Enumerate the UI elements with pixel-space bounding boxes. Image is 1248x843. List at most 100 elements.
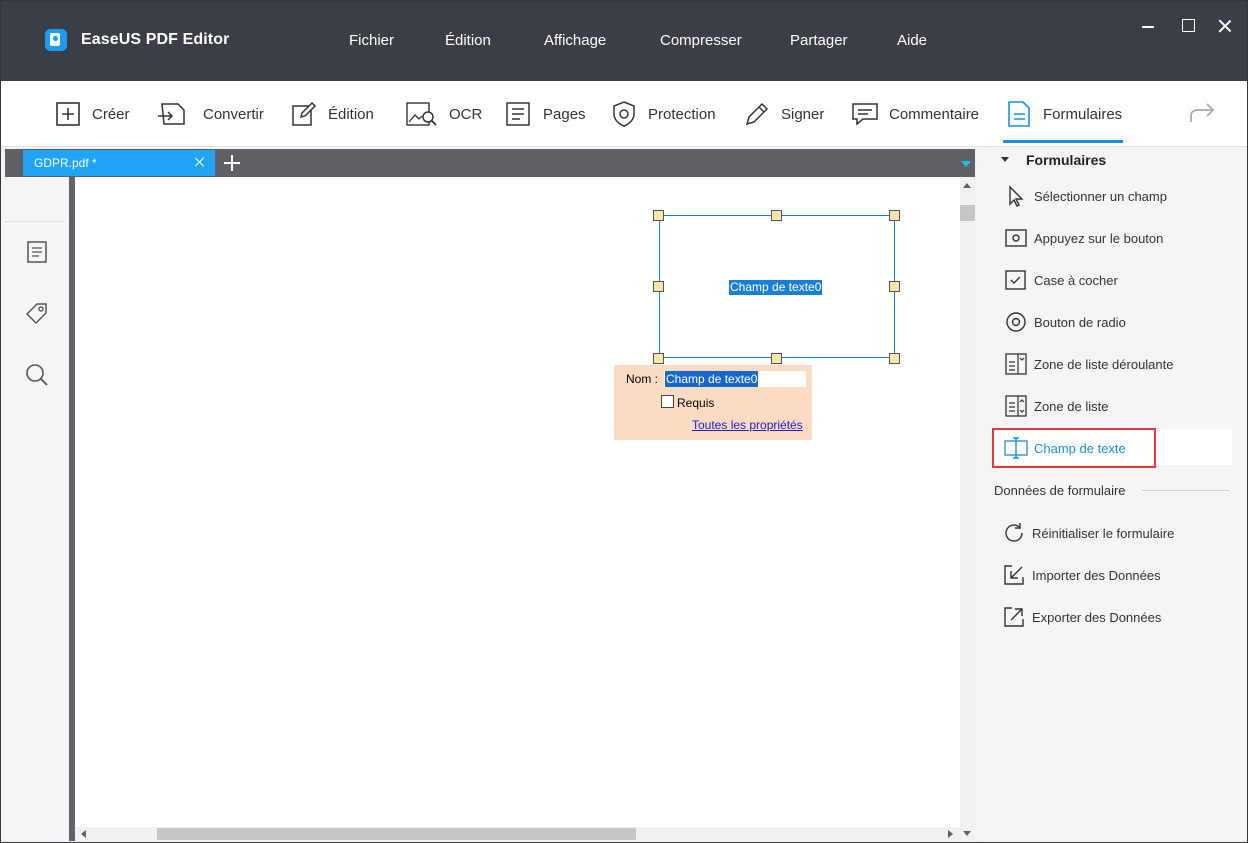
app-window: EaseUS PDF Editor Fichier Édition Affich… xyxy=(0,0,1248,843)
resize-handle-ml[interactable] xyxy=(653,281,664,292)
tool-label: Édition xyxy=(328,105,374,123)
reset-icon xyxy=(1005,523,1023,542)
maximize-button[interactable] xyxy=(1177,15,1199,37)
app-logo-icon xyxy=(45,29,67,51)
vertical-scroll-thumb[interactable] xyxy=(960,205,975,221)
minimize-button[interactable] xyxy=(1137,15,1159,37)
vertical-scrollbar[interactable] xyxy=(960,177,975,827)
sidebar-divider xyxy=(5,221,65,222)
app-title: EaseUS PDF Editor xyxy=(81,31,230,48)
tool-ocr[interactable]: OCR xyxy=(405,97,482,131)
menu-compresser[interactable]: Compresser xyxy=(660,32,742,49)
search-icon[interactable] xyxy=(23,361,51,389)
bookmark-tag-icon[interactable] xyxy=(23,300,51,328)
menu-fichier[interactable]: Fichier xyxy=(349,32,394,49)
name-label: Nom : xyxy=(626,372,659,386)
tool-pages[interactable]: Pages xyxy=(505,97,586,131)
radio-icon xyxy=(1006,312,1026,332)
resize-handle-tr[interactable] xyxy=(889,210,900,221)
scroll-down-icon[interactable] xyxy=(963,831,971,836)
forms-panel: Formulaires Sélectionner un champ Appuye… xyxy=(986,147,1247,841)
add-tab-button[interactable] xyxy=(223,154,241,172)
tool-label: Signer xyxy=(781,105,825,123)
pen-icon xyxy=(745,102,769,126)
scroll-right-icon[interactable] xyxy=(948,830,953,838)
horizontal-scroll-thumb[interactable] xyxy=(157,828,636,840)
collapse-caret-icon[interactable] xyxy=(1001,157,1009,162)
panel-item-label: Exporter des Données xyxy=(1032,609,1162,625)
panel-item-label: Zone de liste xyxy=(1034,398,1109,414)
required-label: Requis xyxy=(677,396,715,410)
panel-item-dropdown-list[interactable]: Zone de liste déroulante xyxy=(1004,349,1173,379)
tab-close-icon[interactable] xyxy=(193,155,207,169)
list-box-icon xyxy=(1005,395,1027,417)
convert-icon xyxy=(158,103,185,125)
thumbnails-icon[interactable] xyxy=(23,238,51,266)
resize-handle-tl[interactable] xyxy=(653,210,664,221)
panel-item-radio[interactable]: Bouton de radio xyxy=(1004,307,1126,337)
panel-item-label: Bouton de radio xyxy=(1034,314,1126,330)
menu-edition[interactable]: Édition xyxy=(445,32,491,49)
tool-signer[interactable]: Signer xyxy=(743,97,824,131)
export-icon xyxy=(1004,607,1024,627)
plus-box-icon xyxy=(56,102,80,126)
name-input-value: Champ de texte0 xyxy=(665,371,759,387)
resize-handle-br[interactable] xyxy=(889,353,900,364)
form-data-section-title: Données de formulaire xyxy=(994,483,1126,498)
highlight-annotation-box xyxy=(992,428,1156,468)
panel-item-import-data[interactable]: Importer des Données xyxy=(1002,560,1161,590)
tab-list-dropdown-icon[interactable] xyxy=(961,161,971,167)
checkbox-icon xyxy=(1005,270,1026,290)
tool-convertir[interactable]: Convertir xyxy=(155,97,264,131)
panel-item-label: Importer des Données xyxy=(1032,567,1161,583)
tool-creer[interactable]: Créer xyxy=(54,97,130,131)
tool-formulaires[interactable]: Formulaires xyxy=(1005,97,1122,131)
close-window-button[interactable] xyxy=(1214,15,1236,37)
form-icon xyxy=(1008,101,1030,127)
scroll-left-icon[interactable] xyxy=(81,830,86,838)
panel-item-label: Réinitialiser le formulaire xyxy=(1032,525,1175,541)
panel-item-reset-form[interactable]: Réinitialiser le formulaire xyxy=(1002,518,1174,548)
resize-handle-mr[interactable] xyxy=(889,281,900,292)
import-icon xyxy=(1004,565,1024,585)
left-sidebar xyxy=(5,177,69,841)
panel-item-label: Zone de liste déroulante xyxy=(1034,356,1174,372)
panel-item-label: Appuyez sur le bouton xyxy=(1034,230,1164,246)
tab-gdpr[interactable]: GDPR.pdf * xyxy=(23,150,215,176)
push-button-icon xyxy=(1005,229,1027,247)
main-toolbar: Créer Convertir Édition OCR Pages Protec… xyxy=(1,81,1247,147)
panel-item-list-box[interactable]: Zone de liste xyxy=(1004,391,1108,421)
field-properties-popup: Nom : Champ de texte0 Requis Toutes les … xyxy=(614,365,812,440)
all-properties-link[interactable]: Toutes les propriétés xyxy=(692,418,803,432)
tool-edition[interactable]: Édition xyxy=(290,97,374,131)
panel-item-export-data[interactable]: Exporter des Données xyxy=(1002,602,1161,632)
panel-item-checkbox[interactable]: Case à cocher xyxy=(1004,265,1118,295)
panel-item-push-button[interactable]: Appuyez sur le bouton xyxy=(1004,223,1163,253)
tool-protection[interactable]: Protection xyxy=(610,97,716,131)
tool-label: Créer xyxy=(92,105,130,123)
scroll-up-icon[interactable] xyxy=(963,183,971,188)
dropdown-list-icon xyxy=(1005,353,1027,375)
tool-label: Commentaire xyxy=(889,105,980,123)
name-input[interactable]: Champ de texte0 xyxy=(664,371,806,387)
redo-icon[interactable] xyxy=(1187,100,1217,128)
menu-aide[interactable]: Aide xyxy=(897,32,927,49)
tool-commentaire[interactable]: Commentaire xyxy=(851,97,979,131)
resize-handle-tc[interactable] xyxy=(771,210,782,221)
tool-label: Formulaires xyxy=(1043,105,1123,123)
resize-handle-bl[interactable] xyxy=(653,353,664,364)
document-canvas[interactable]: Champ de texte0 Nom : Champ de texte0 Re… xyxy=(75,177,960,827)
ocr-icon xyxy=(406,102,437,126)
panel-item-select-field[interactable]: Sélectionner un champ xyxy=(1004,181,1167,211)
tool-label: Convertir xyxy=(203,105,264,123)
panel-header: Formulaires xyxy=(1026,152,1107,168)
menu-affichage[interactable]: Affichage xyxy=(544,32,606,49)
tool-label: Pages xyxy=(543,105,586,123)
panel-item-label: Sélectionner un champ xyxy=(1034,188,1167,204)
required-checkbox[interactable] xyxy=(661,395,674,408)
title-bar: EaseUS PDF Editor Fichier Édition Affich… xyxy=(1,1,1247,81)
cursor-icon xyxy=(1009,185,1024,207)
resize-handle-bc[interactable] xyxy=(771,353,782,364)
menu-partager[interactable]: Partager xyxy=(790,32,848,49)
pages-icon xyxy=(506,102,530,126)
